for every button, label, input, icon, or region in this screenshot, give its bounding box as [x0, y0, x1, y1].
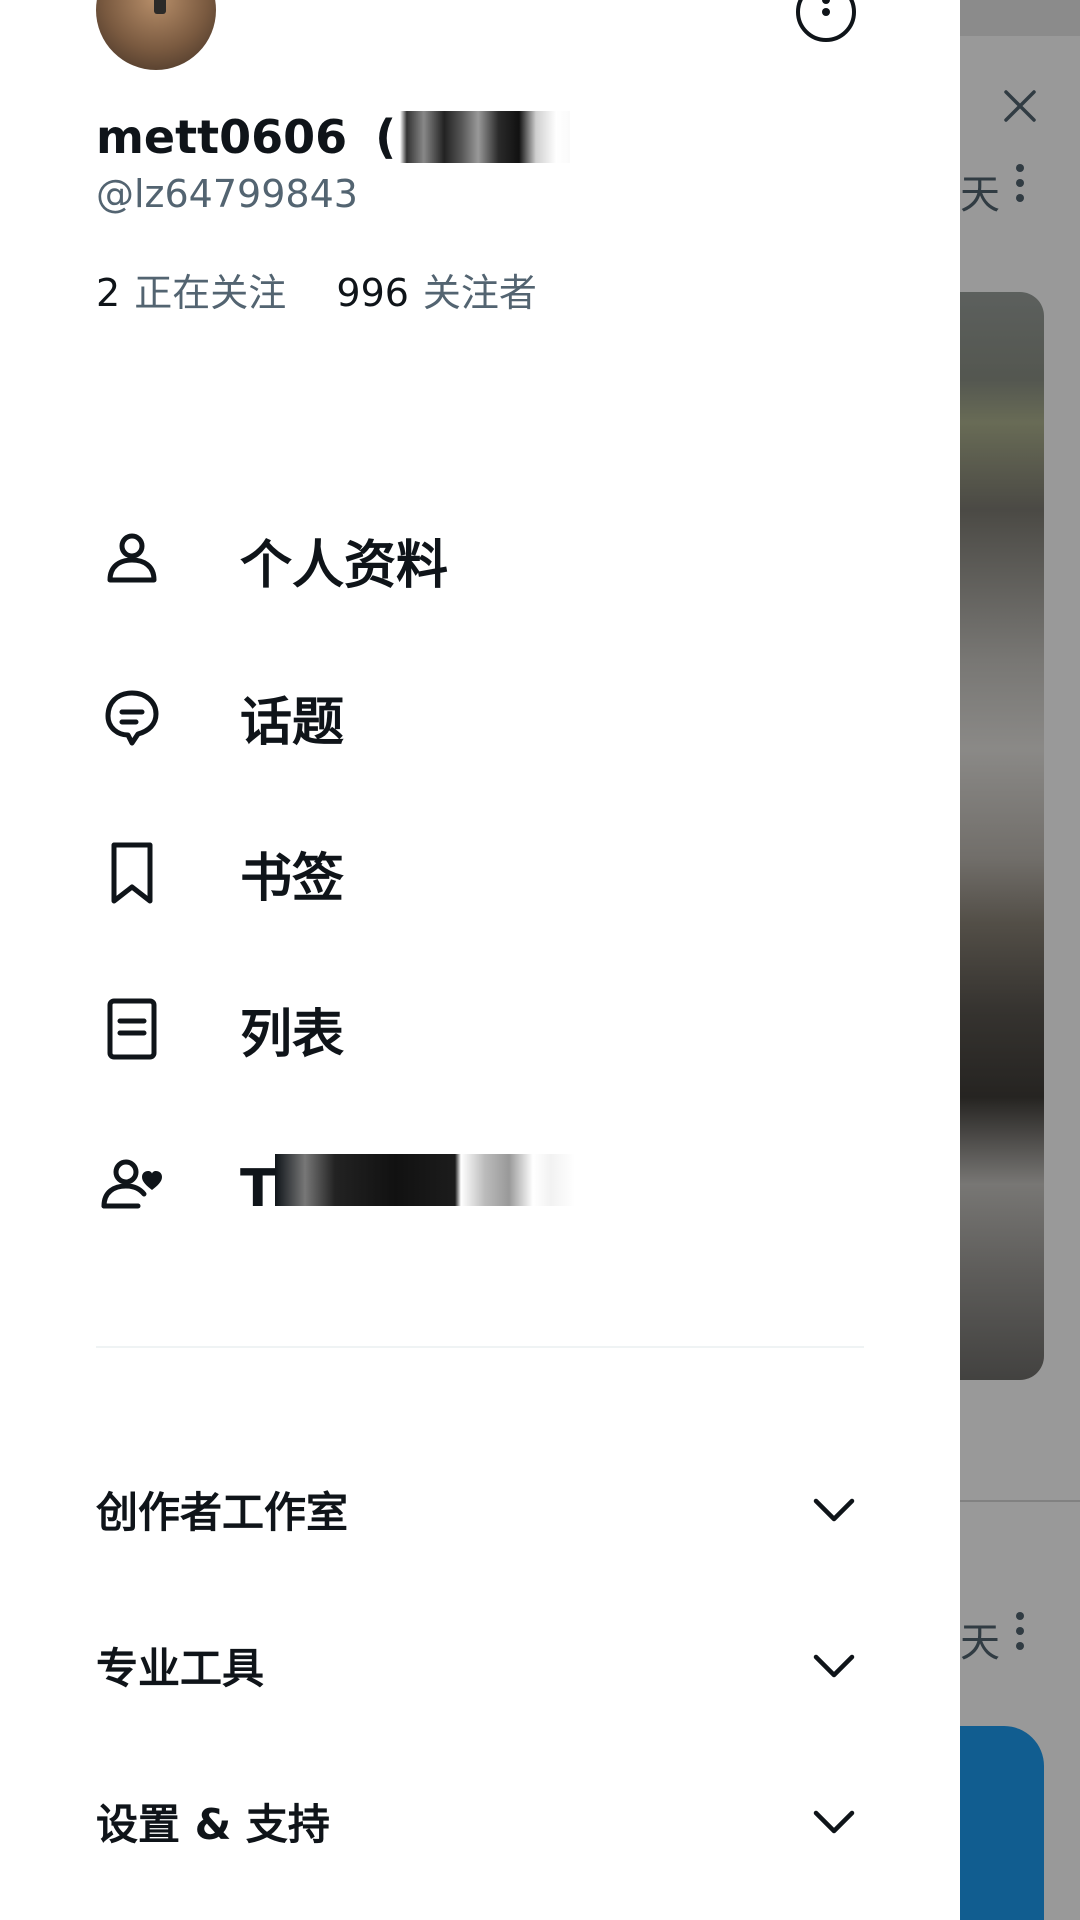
redacted-name-block — [400, 111, 571, 163]
menu-item-lists[interactable]: 列表 — [96, 979, 344, 1079]
section-label: 创作者工作室 — [96, 1487, 349, 1537]
follow-stats: 2 正在关注 996 关注者 — [96, 262, 537, 317]
menu-item-topics[interactable]: 话题 — [96, 667, 344, 767]
following-link[interactable]: 2 正在关注 — [96, 271, 298, 315]
list-icon — [107, 998, 157, 1060]
avatar[interactable] — [96, 0, 216, 70]
display-name-text: mett0606 — [96, 110, 348, 164]
navigation-drawer: mett0606 ( @lz64799843 2 正在关注 996 关注者 个人资料 — [0, 0, 960, 1920]
menu-item-label-text: T — [240, 1158, 276, 1219]
followers-label: 关注者 — [422, 271, 537, 315]
person-heart-icon — [101, 1159, 162, 1209]
menu-item-profile[interactable]: 个人资料 — [96, 510, 448, 610]
followers-count: 996 — [336, 271, 409, 315]
profile-display-name[interactable]: mett0606 ( — [96, 110, 571, 164]
profile-handle: @lz64799843 — [96, 172, 358, 216]
menu-item-label: 书签 — [240, 848, 345, 909]
dot-icon — [822, 8, 830, 16]
menu-item-label: 列表 — [240, 1004, 345, 1065]
menu-item-label: 话题 — [240, 692, 345, 753]
person-icon — [107, 533, 157, 583]
following-count: 2 — [96, 271, 121, 315]
menu-item-subscriptions[interactable]: T — [96, 1136, 576, 1236]
chevron-down-icon — [813, 1498, 855, 1522]
section-label: 专业工具 — [96, 1643, 265, 1693]
display-name-paren: ( — [375, 110, 397, 164]
chevron-down-icon — [813, 1654, 855, 1678]
topics-icon — [105, 690, 159, 746]
dot-icon — [822, 0, 830, 4]
menu-item-label: 个人资料 — [240, 535, 449, 596]
menu-item-bookmarks[interactable]: 书签 — [96, 823, 344, 923]
following-label: 正在关注 — [134, 271, 287, 315]
section-label: 设置 & 支持 — [96, 1799, 330, 1849]
account-more-button[interactable] — [796, 0, 856, 42]
section-professional-tools[interactable]: 专业工具 — [96, 1620, 864, 1710]
followers-link[interactable]: 996 关注者 — [336, 271, 537, 315]
menu-item-label: T — [240, 1153, 576, 1219]
redacted-label-block — [275, 1153, 576, 1206]
app-screen: 天 天 mett0606 ( @lz64799843 2 正在关注 996 关注… — [0, 0, 1080, 1920]
drawer-divider — [96, 1346, 864, 1348]
section-creator-studio[interactable]: 创作者工作室 — [96, 1464, 864, 1554]
chevron-down-icon — [813, 1810, 855, 1834]
bookmark-icon — [111, 842, 153, 904]
section-settings-support[interactable]: 设置 & 支持 — [96, 1776, 864, 1866]
